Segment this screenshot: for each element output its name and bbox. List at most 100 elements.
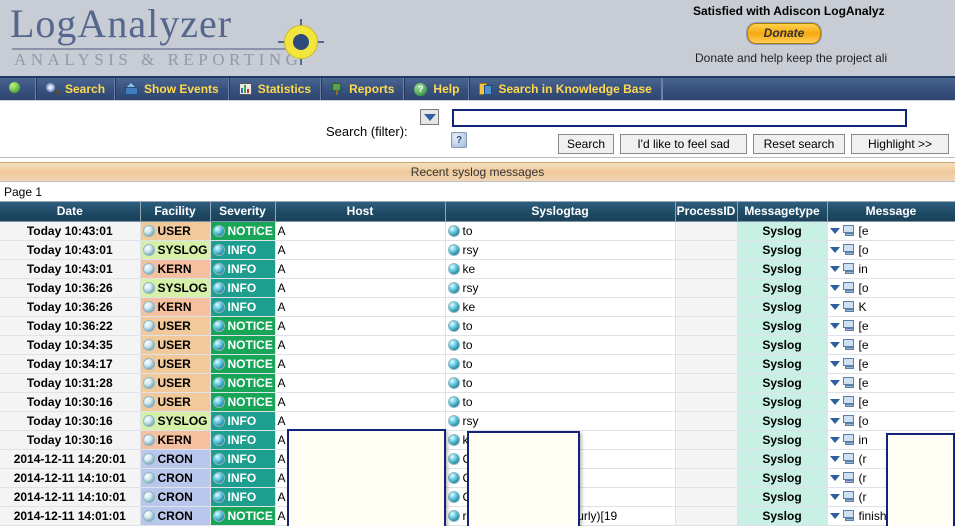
table-row[interactable]: Today 10:43:01 KERN INFO Ake Syslog in bbox=[0, 259, 955, 279]
chevron-down-icon[interactable] bbox=[829, 284, 840, 291]
nav-item-knowledge-base[interactable]: Search in Knowledge Base bbox=[469, 78, 662, 100]
globe-icon bbox=[142, 490, 155, 503]
table-row[interactable]: Today 10:43:01 USER NOTICE Ato Syslog [e bbox=[0, 221, 955, 241]
host-column-popup[interactable] bbox=[287, 429, 446, 526]
monitor-icon[interactable] bbox=[842, 453, 856, 464]
chevron-down-icon[interactable] bbox=[829, 227, 840, 234]
globe-icon bbox=[212, 452, 225, 465]
message-column-popup[interactable] bbox=[886, 433, 955, 526]
cell-facility: USER bbox=[140, 335, 211, 355]
chevron-down-icon[interactable] bbox=[829, 379, 840, 386]
globe-icon bbox=[142, 376, 155, 389]
monitor-icon[interactable] bbox=[842, 263, 856, 274]
cell-severity: NOTICE bbox=[210, 335, 276, 355]
monitor-icon[interactable] bbox=[842, 434, 856, 445]
cell-messagetype: Syslog bbox=[737, 411, 828, 431]
nav-item-help[interactable]: ? Help bbox=[404, 78, 470, 100]
house-icon bbox=[125, 83, 139, 95]
search-button[interactable]: Search bbox=[558, 134, 614, 154]
cell-syslogtag: to bbox=[445, 354, 676, 374]
chevron-down-icon[interactable] bbox=[829, 303, 840, 310]
recent-messages-header: Recent syslog messages bbox=[0, 162, 955, 182]
column-header-severity[interactable]: Severity bbox=[210, 202, 276, 222]
donate-button[interactable]: Donate bbox=[746, 23, 822, 44]
cell-messagetype: Syslog bbox=[737, 392, 828, 412]
highlight-button[interactable]: Highlight >> bbox=[851, 134, 949, 154]
table-row[interactable]: Today 10:36:26 SYSLOG INFO Arsy Syslog [o bbox=[0, 278, 955, 298]
monitor-icon[interactable] bbox=[842, 282, 856, 293]
cell-severity: INFO bbox=[210, 411, 276, 431]
cell-messagetype: Syslog bbox=[737, 506, 828, 526]
green-ball-icon bbox=[9, 82, 20, 96]
monitor-icon[interactable] bbox=[842, 225, 856, 236]
search-history-dropdown[interactable] bbox=[420, 109, 439, 125]
chevron-down-icon[interactable] bbox=[829, 398, 840, 405]
column-header-processid[interactable]: ProcessID bbox=[675, 202, 738, 222]
chevron-down-icon[interactable] bbox=[829, 474, 840, 481]
table-row[interactable]: Today 10:34:17 USER NOTICE Ato Syslog [e bbox=[0, 354, 955, 374]
nav-item-search[interactable]: Search bbox=[36, 78, 116, 100]
column-header-message[interactable]: Message bbox=[827, 202, 955, 222]
table-row[interactable]: Today 10:36:26 KERN INFO Ake Syslog K bbox=[0, 297, 955, 317]
table-row[interactable]: Today 10:31:28 USER NOTICE Ato Syslog [e bbox=[0, 373, 955, 393]
cell-severity: INFO bbox=[210, 487, 276, 507]
globe-icon bbox=[447, 491, 460, 504]
column-header-messagetype[interactable]: Messagetype bbox=[737, 202, 828, 222]
cell-message: [e bbox=[827, 316, 955, 336]
chevron-down-icon[interactable] bbox=[829, 265, 840, 272]
nav-item-reports[interactable]: Reports bbox=[321, 78, 405, 100]
globe-icon bbox=[447, 472, 460, 485]
globe-icon bbox=[142, 395, 155, 408]
table-row[interactable]: Today 10:30:16 SYSLOG INFO Arsy Syslog [o bbox=[0, 411, 955, 431]
table-row[interactable]: Today 10:30:16 USER NOTICE Ato Syslog [e bbox=[0, 392, 955, 412]
nav-item-show-events[interactable]: Show Events bbox=[115, 78, 229, 100]
reset-search-button[interactable]: Reset search bbox=[753, 134, 845, 154]
monitor-icon[interactable] bbox=[842, 472, 856, 483]
globe-icon bbox=[212, 243, 225, 256]
monitor-icon[interactable] bbox=[842, 396, 856, 407]
feel-sad-button[interactable]: I'd like to feel sad bbox=[620, 134, 747, 154]
chevron-down-icon[interactable] bbox=[829, 455, 840, 462]
chevron-down-icon[interactable] bbox=[829, 512, 840, 519]
column-header-facility[interactable]: Facility bbox=[140, 202, 211, 222]
monitor-icon[interactable] bbox=[842, 244, 856, 255]
table-row[interactable]: Today 10:36:22 USER NOTICE Ato Syslog [e bbox=[0, 316, 955, 336]
table-row[interactable]: Today 10:43:01 SYSLOG INFO Arsy Syslog [o bbox=[0, 240, 955, 260]
search-help-icon[interactable]: ? bbox=[451, 132, 467, 148]
chevron-down-icon[interactable] bbox=[829, 322, 840, 329]
chevron-down-icon[interactable] bbox=[829, 341, 840, 348]
chevron-down-icon[interactable] bbox=[829, 436, 840, 443]
monitor-icon[interactable] bbox=[842, 491, 856, 502]
nav-label-show-events: Show Events bbox=[144, 82, 219, 96]
book-icon bbox=[479, 83, 493, 95]
chevron-down-icon[interactable] bbox=[829, 360, 840, 367]
column-header-date[interactable]: Date bbox=[0, 202, 141, 222]
cell-syslogtag: rsy bbox=[445, 411, 676, 431]
monitor-icon[interactable] bbox=[842, 358, 856, 369]
monitor-icon[interactable] bbox=[842, 301, 856, 312]
globe-icon bbox=[142, 300, 155, 313]
cell-host: A bbox=[275, 240, 446, 260]
monitor-icon[interactable] bbox=[842, 510, 856, 521]
monitor-icon[interactable] bbox=[842, 320, 856, 331]
search-input[interactable] bbox=[452, 109, 907, 127]
monitor-icon[interactable] bbox=[842, 377, 856, 388]
chevron-down-icon[interactable] bbox=[829, 493, 840, 500]
cell-date: Today 10:36:22 bbox=[0, 316, 141, 336]
cell-date: Today 10:34:35 bbox=[0, 335, 141, 355]
cell-processid bbox=[675, 449, 738, 469]
table-row[interactable]: Today 10:34:35 USER NOTICE Ato Syslog [e bbox=[0, 335, 955, 355]
nav-item-statistics[interactable]: Statistics bbox=[228, 78, 322, 100]
monitor-icon[interactable] bbox=[842, 415, 856, 426]
monitor-icon[interactable] bbox=[842, 339, 856, 350]
globe-icon bbox=[447, 225, 460, 238]
cell-syslogtag: to bbox=[445, 335, 676, 355]
chevron-down-icon[interactable] bbox=[829, 246, 840, 253]
chevron-down-icon[interactable] bbox=[829, 417, 840, 424]
column-header-syslogtag[interactable]: Syslogtag bbox=[445, 202, 676, 222]
column-header-host[interactable]: Host bbox=[275, 202, 446, 222]
globe-icon bbox=[142, 319, 155, 332]
app-logo[interactable]: LogAnalyzer ANALYSIS & REPORTING bbox=[6, 2, 336, 74]
syslogtag-column-popup[interactable] bbox=[467, 431, 580, 526]
nav-status-indicator[interactable] bbox=[0, 78, 36, 100]
